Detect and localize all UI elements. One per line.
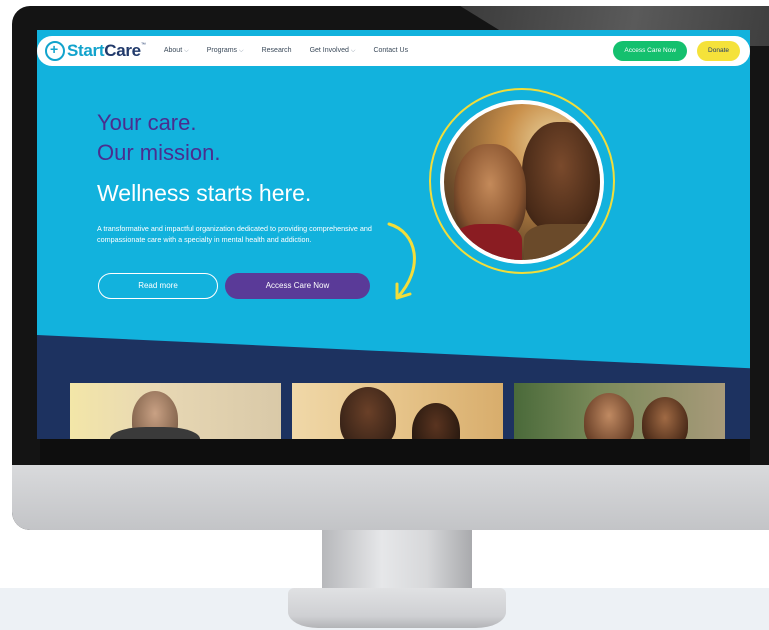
nav-item-about[interactable]: About ⌵: [164, 47, 189, 55]
nav-item-label: Get Involved: [309, 47, 349, 54]
nav-item-contact[interactable]: Contact Us: [373, 47, 408, 55]
logo[interactable]: StartCare ™: [45, 40, 146, 62]
hero-heading-line1: Your care.: [97, 110, 197, 135]
nav-item-get-involved[interactable]: Get Involved ⌵: [310, 47, 356, 55]
card-photo-person: [340, 387, 396, 439]
donate-button[interactable]: Donate: [697, 41, 740, 61]
card-photo-person: [412, 403, 460, 439]
plus-circle-icon: [45, 41, 65, 61]
monitor-bezel-bottom: [40, 438, 750, 465]
nav-item-programs[interactable]: Programs ⌵: [207, 47, 244, 55]
nav-item-label: Programs: [206, 47, 238, 54]
nav-item-research[interactable]: Research: [262, 47, 292, 55]
photo-jacket: [524, 224, 600, 260]
monitor-chin: [12, 465, 769, 530]
monitor-stand-base: [288, 588, 506, 628]
logo-start: Start: [67, 41, 105, 60]
hero-description: A transformative and impactful organizat…: [97, 224, 372, 244]
top-nav: StartCare ™ About⌵ Programs⌵ Research Ge…: [37, 36, 750, 66]
monitor-stand-neck: [322, 530, 472, 590]
photo-scarf: [452, 224, 522, 260]
logo-text: StartCare: [67, 41, 141, 61]
nav-item-label: Contact Us: [373, 47, 409, 54]
card-photo-person: [584, 393, 634, 439]
card-photo-person: [642, 397, 688, 439]
hero-photo: [440, 100, 604, 264]
chevron-down-icon: ⌵: [239, 48, 244, 54]
curved-arrow-icon: [387, 222, 416, 300]
chevron-down-icon: ⌵: [350, 48, 356, 54]
card-photo-shirt: [110, 427, 200, 439]
hero-heading-line2: Our mission.: [97, 140, 221, 165]
feature-card-3[interactable]: [514, 383, 725, 439]
photo-person-right: [522, 122, 600, 232]
website-screen: StartCare ™ About⌵ Programs⌵ Research Ge…: [37, 30, 750, 439]
nav-links: About ⌵ Programs ⌵ Research Get Involved ⌵ …: [164, 47, 426, 55]
nav-item-label: Research: [261, 47, 292, 54]
logo-care: Care: [104, 41, 141, 60]
read-more-button[interactable]: Read more: [98, 273, 218, 299]
logo-trademark: ™: [140, 42, 146, 48]
hero-heading-line3: Wellness starts here.: [97, 180, 312, 206]
nav-actions: Access Care Now Donate: [613, 41, 740, 61]
feature-card-1[interactable]: [70, 383, 281, 439]
access-care-nav-button[interactable]: Access Care Now: [613, 41, 688, 61]
feature-card-2[interactable]: [292, 383, 503, 439]
chevron-down-icon: ⌵: [184, 48, 189, 54]
access-care-hero-button[interactable]: Access Care Now: [225, 273, 370, 299]
nav-item-label: About: [163, 47, 183, 54]
